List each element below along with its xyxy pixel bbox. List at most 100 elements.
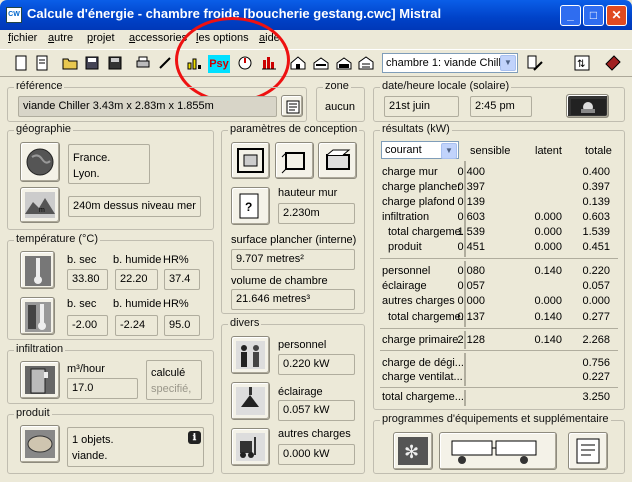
datetime-label: date/heure locale (solaire)	[380, 80, 512, 92]
zone-value[interactable]: aucun	[325, 101, 355, 113]
header-sensible: sensible	[470, 145, 511, 157]
svg-text:⇅: ⇅	[577, 59, 585, 70]
result-latent-value: 0.000	[534, 211, 562, 223]
result-totale-value: 0.451	[582, 241, 610, 253]
equipment-report-button[interactable]	[568, 432, 608, 470]
infiltration-button[interactable]	[20, 361, 60, 399]
personnel-field[interactable]: 0.220 kW	[278, 354, 355, 375]
maximize-button[interactable]: □	[583, 5, 604, 26]
app-icon[interactable]: CW	[6, 7, 22, 23]
menu-accessories[interactable]: accessories	[129, 32, 187, 44]
forklift-icon	[236, 433, 265, 461]
eclairage-button[interactable]	[231, 382, 270, 420]
surface-field[interactable]: 9.707 metres²	[231, 249, 355, 270]
room-shape-button-1[interactable]	[231, 142, 270, 179]
reference-field[interactable]: viande Chiller 3.43m x 2.83m x 1.855m	[18, 96, 277, 117]
mode-dropdown[interactable]: courant ▼	[381, 141, 459, 159]
wall-height-icon: ?	[239, 193, 259, 219]
room-selector-combo[interactable]: chambre 1: viande Chill ▼	[382, 53, 518, 73]
produit-field[interactable]: 1 objets. viande.	[67, 427, 204, 467]
minimize-button[interactable]: _	[560, 5, 581, 26]
room-ceiling-icon	[326, 149, 351, 170]
snowflake-icon: ✻	[398, 437, 428, 465]
indoor-bsec-field[interactable]: -2.00	[67, 315, 108, 336]
outdoor-hr-field[interactable]: 37.4	[164, 269, 200, 290]
volume-field[interactable]: 21.646 metres³	[231, 289, 355, 310]
infiltration-mode-specifie[interactable]: specifié,	[151, 381, 201, 397]
chevron-down-icon[interactable]: ▼	[441, 143, 457, 159]
produit-button[interactable]	[20, 425, 60, 463]
location-field[interactable]: France. Lyon.	[68, 144, 150, 184]
result-row-label: éclairage	[382, 280, 427, 292]
menu-fichier[interactable]: fichier	[8, 32, 37, 44]
divers-group: divers personnel 0.220 kW éclairage 0.05…	[221, 317, 365, 474]
autres-charges-button[interactable]	[231, 428, 270, 466]
result-totale-value: 0.139	[582, 196, 610, 208]
equipment-refrigeration-button[interactable]: ✻	[393, 432, 433, 470]
result-totale-value: 0.400	[582, 166, 610, 178]
help-book-icon[interactable]	[604, 54, 622, 72]
results-column-divider-4	[464, 353, 466, 386]
chevron-down-icon[interactable]: ▼	[500, 55, 516, 71]
info-icon[interactable]: ℹ	[188, 431, 201, 444]
pencil-icon[interactable]	[157, 55, 175, 73]
house-icon[interactable]	[313, 55, 331, 73]
programmes-label: programmes d'équipements et supplémentai…	[380, 413, 611, 425]
outdoor-temp-button[interactable]	[20, 251, 55, 289]
close-button[interactable]: ✕	[606, 5, 627, 26]
autres-field[interactable]: 0.000 kW	[278, 444, 355, 465]
new-icon[interactable]	[13, 55, 31, 73]
results-divider-1	[380, 258, 618, 259]
results-column-divider-1	[464, 161, 466, 257]
wall-height-button[interactable]: ?	[231, 187, 270, 225]
outdoor-bhum-field[interactable]: 22.20	[115, 269, 158, 290]
indoor-bhum-field[interactable]: -2.24	[115, 315, 158, 336]
room-shape-button-2[interactable]	[275, 142, 314, 179]
eclairage-field[interactable]: 0.057 kW	[278, 400, 355, 421]
personnel-label: personnel	[278, 339, 327, 351]
open-folder-icon[interactable]	[62, 55, 80, 73]
document-icon[interactable]	[34, 55, 52, 73]
title-bar[interactable]: CW Calcule d'énergie - chambre froide [b…	[0, 0, 632, 30]
units-icon[interactable]: ⇅	[573, 54, 591, 72]
room-outline-icon	[237, 148, 264, 173]
equipment-unit-button[interactable]	[439, 432, 557, 470]
globe-button[interactable]	[20, 142, 60, 182]
datetime-group: date/heure locale (solaire) 21st juin 2:…	[373, 80, 625, 122]
room-shape-button-3[interactable]	[318, 142, 357, 179]
date-field[interactable]: 21st juin	[384, 96, 459, 117]
save-as-icon[interactable]	[84, 55, 102, 73]
outdoor-bhum-label: b. humide	[113, 254, 162, 266]
datetime-button[interactable]	[566, 94, 609, 118]
temperature-label: température (°C)	[14, 233, 101, 245]
room-selector-value: chambre 1: viande Chill	[386, 57, 501, 69]
result-totale-value: 0.227	[582, 371, 610, 383]
menu-autre[interactable]: autre	[48, 32, 73, 44]
indoor-temp-button[interactable]	[20, 297, 55, 335]
outdoor-bsec-label: b. sec	[67, 254, 97, 266]
produit-count: 1 objets.	[72, 434, 114, 446]
altitude-button[interactable]: m	[20, 187, 60, 223]
infiltration-field[interactable]: 17.0	[67, 378, 138, 399]
indoor-hr-field[interactable]: 95.0	[164, 315, 200, 336]
wizard-icon[interactable]	[526, 54, 544, 72]
warehouse-icon[interactable]	[336, 55, 354, 73]
result-latent-value: 0.000	[534, 226, 562, 238]
store-icon[interactable]	[358, 55, 376, 73]
building-icon[interactable]	[290, 55, 308, 73]
infiltration-mode[interactable]: calculé specifié,	[146, 360, 202, 400]
infiltration-mode-calcule[interactable]: calculé	[151, 365, 201, 381]
save-icon[interactable]	[107, 55, 125, 73]
result-row-label: charge mur	[382, 166, 438, 178]
print-icon[interactable]	[135, 55, 153, 73]
personnel-button[interactable]	[231, 336, 270, 374]
altitude-field[interactable]: 240m dessus niveau mer	[68, 196, 201, 217]
time-field[interactable]: 2:45 pm	[470, 96, 532, 117]
reference-edit-button[interactable]	[281, 95, 303, 117]
outdoor-bsec-field[interactable]: 33.80	[67, 269, 108, 290]
result-totale-value: 3.250	[582, 391, 610, 403]
menu-projet[interactable]: projet	[87, 32, 115, 44]
result-latent-value: 0.140	[534, 311, 562, 323]
results-column-divider-3	[464, 331, 466, 349]
hauteur-field[interactable]: 2.230m	[278, 203, 355, 224]
